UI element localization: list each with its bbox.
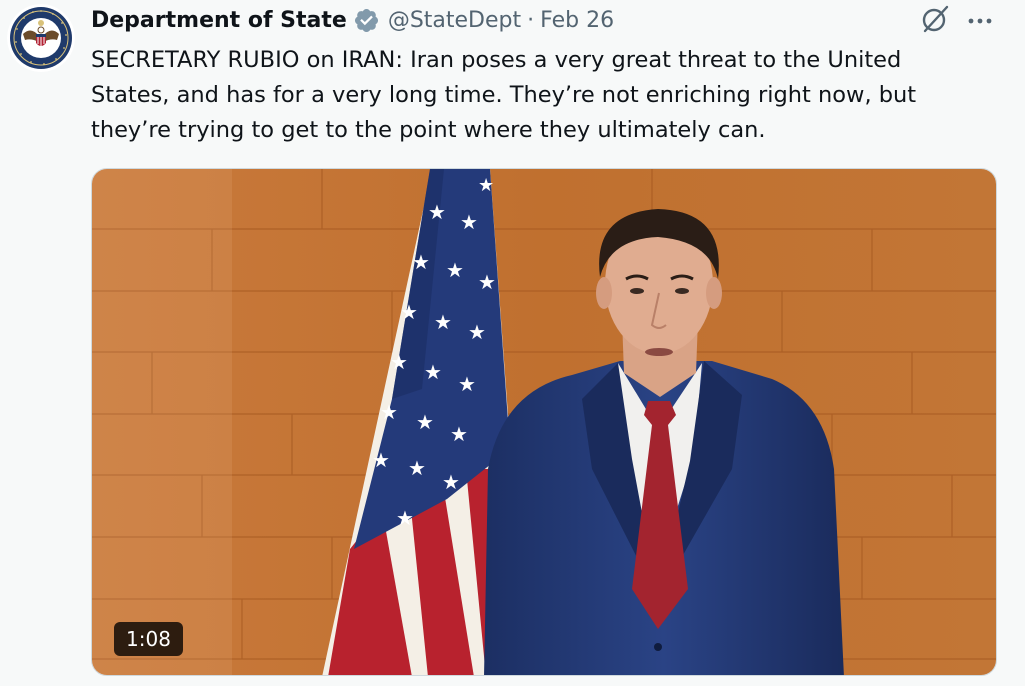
svg-text:★: ★ xyxy=(428,200,446,224)
video-player[interactable]: ★ ★ ★ ★ ★ ★ ★ ★ ★ ★ ★ ★ ★ ★ ★ ★ ★ ★ ★ 1:… xyxy=(91,168,997,676)
svg-text:★: ★ xyxy=(478,175,494,196)
svg-text:★: ★ xyxy=(380,400,398,424)
grok-icon[interactable] xyxy=(919,3,951,35)
more-options-icon[interactable] xyxy=(965,6,995,34)
svg-text:★: ★ xyxy=(408,456,426,480)
avatar[interactable] xyxy=(7,4,75,72)
author-display-name[interactable]: Department of State xyxy=(91,8,347,33)
verified-badge-icon[interactable] xyxy=(353,7,380,34)
svg-text:★: ★ xyxy=(372,448,390,472)
tweet-date[interactable]: Feb 26 xyxy=(540,8,614,33)
video-thumbnail: ★ ★ ★ ★ ★ ★ ★ ★ ★ ★ ★ ★ ★ ★ ★ ★ ★ ★ ★ xyxy=(92,169,996,675)
svg-text:★: ★ xyxy=(400,300,418,324)
svg-text:★: ★ xyxy=(412,250,430,274)
svg-text:★: ★ xyxy=(396,506,414,530)
svg-text:★: ★ xyxy=(478,270,496,294)
svg-text:★: ★ xyxy=(460,210,478,234)
department-of-state-seal-icon xyxy=(7,4,75,72)
svg-text:★: ★ xyxy=(390,350,408,374)
svg-text:★: ★ xyxy=(434,310,452,334)
tweet[interactable]: Department of State @StateDept · Feb 26 … xyxy=(0,0,1025,686)
header-separator: · xyxy=(527,7,535,33)
tweet-header: Department of State @StateDept · Feb 26 xyxy=(91,4,614,36)
svg-text:★: ★ xyxy=(468,320,486,344)
svg-text:★: ★ xyxy=(424,360,442,384)
svg-text:★: ★ xyxy=(458,372,476,396)
author-handle[interactable]: @StateDept xyxy=(388,8,521,33)
svg-text:★: ★ xyxy=(442,470,460,494)
tweet-text: SECRETARY RUBIO on IRAN: Iran poses a ve… xyxy=(91,47,917,143)
svg-text:★: ★ xyxy=(450,422,468,446)
svg-text:★: ★ xyxy=(416,410,434,434)
video-duration-badge: 1:08 xyxy=(114,622,183,656)
svg-text:★: ★ xyxy=(446,258,464,282)
